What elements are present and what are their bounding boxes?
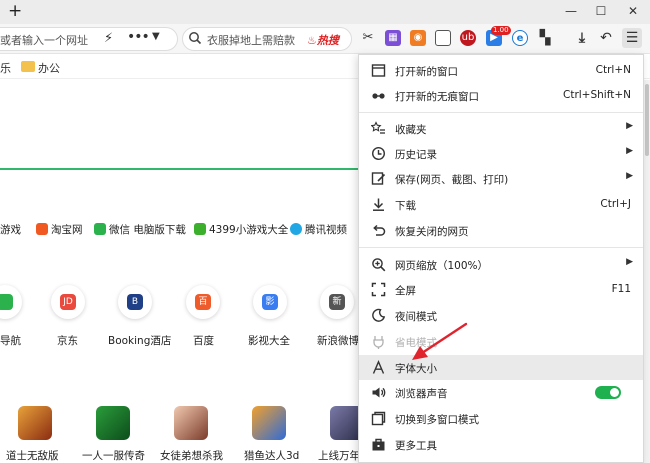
annotation-arrow bbox=[412, 322, 468, 360]
